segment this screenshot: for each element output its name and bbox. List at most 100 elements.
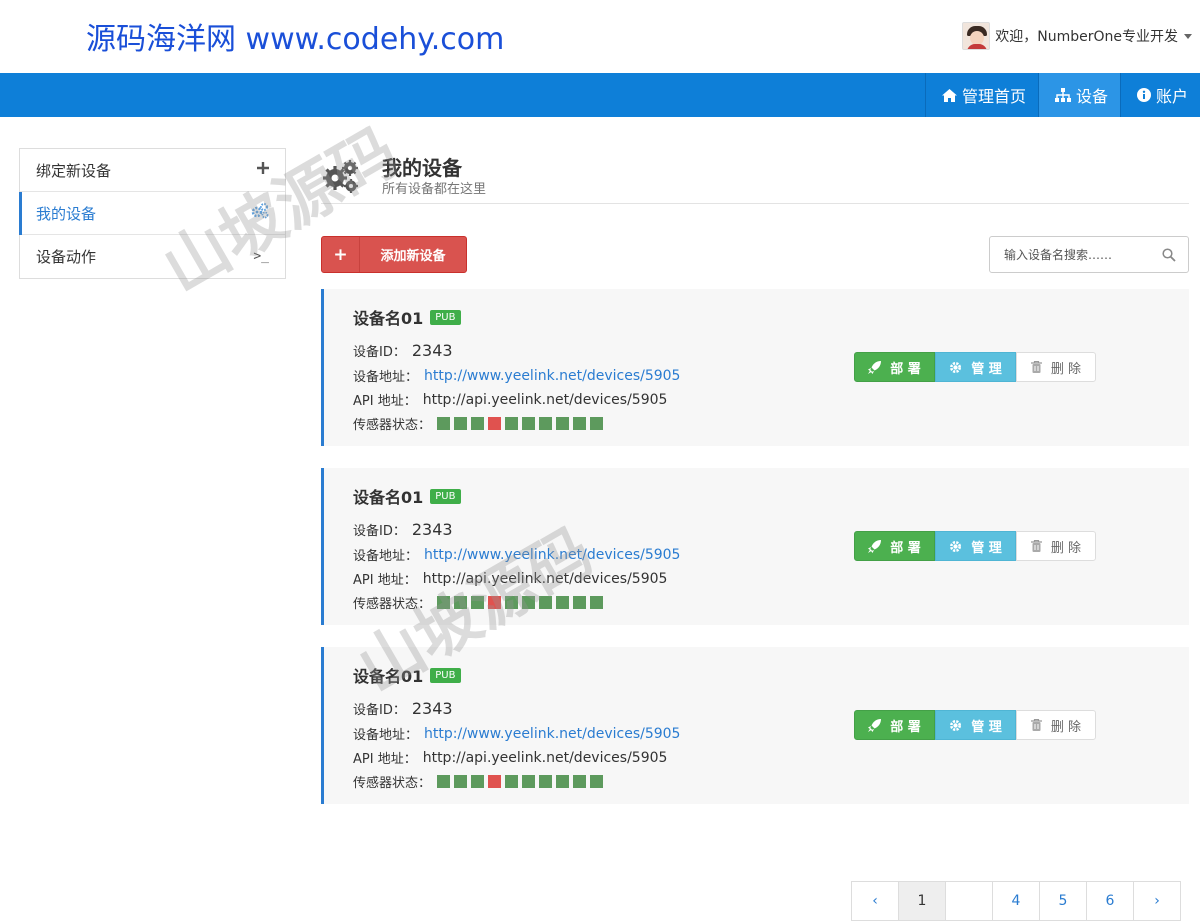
deploy-label: 部 署: [890, 719, 921, 735]
sidebar-item-label: 绑定新设备: [36, 161, 112, 180]
deploy-button[interactable]: 部 署: [854, 531, 935, 561]
device-name[interactable]: 设备名01: [353, 305, 423, 329]
sensor-status-ok: [590, 596, 604, 609]
cogs-icon: [251, 203, 269, 223]
page-button-6[interactable]: 6: [1086, 881, 1134, 921]
device-card: 设备名01 PUB 设备ID： 2343 设备地址： http://www.yeelink…: [321, 468, 1189, 625]
sensor-status-list: [437, 417, 607, 430]
public-badge: PUB: [430, 667, 461, 683]
sensor-status-ok: [437, 417, 451, 430]
sitemap-icon: [1054, 88, 1071, 102]
device-api-value: http://api.yeelink.net/devices/5905: [422, 391, 668, 408]
sensor-status-error: [488, 417, 502, 430]
search-box: [989, 236, 1189, 273]
page-button-4[interactable]: 4: [992, 881, 1040, 921]
sensor-status-ok: [437, 775, 451, 788]
sensor-status-ok: [454, 417, 468, 430]
sidebar-item-device-actions[interactable]: 设备动作 >_: [20, 235, 285, 278]
device-api-row: API 地址： http://api.yeelink.net/devices/59…: [353, 748, 667, 768]
device-actions: 部 署管 理删 除: [854, 352, 1096, 382]
device-name[interactable]: 设备名01: [353, 663, 423, 687]
delete-button[interactable]: 删 除: [1016, 531, 1096, 561]
sensor-status-error: [488, 775, 502, 788]
sensor-status-ok: [505, 775, 519, 788]
sensor-status-ok: [471, 417, 485, 430]
manage-button[interactable]: 管 理: [935, 531, 1016, 561]
deploy-label: 部 署: [890, 361, 921, 377]
manage-label: 管 理: [971, 361, 1002, 377]
device-card: 设备名01 PUB 设备ID： 2343 设备地址： http://www.yeelink…: [321, 647, 1189, 804]
avatar[interactable]: [962, 22, 991, 50]
sensor-status-label: 传感器状态：: [353, 418, 432, 433]
manage-button[interactable]: 管 理: [935, 352, 1016, 382]
device-addr-link[interactable]: http://www.yeelink.net/devices/5905: [424, 368, 680, 384]
sensor-status-ok: [505, 417, 519, 430]
page-button-1[interactable]: 1: [898, 881, 946, 921]
plus-icon: +: [322, 237, 360, 272]
sensor-status-ok: [471, 596, 485, 609]
deploy-button[interactable]: 部 署: [854, 352, 935, 382]
welcome-text[interactable]: 欢迎，NumberOne专业开发: [995, 26, 1178, 46]
gear-icon: [949, 719, 962, 732]
device-api-row: API 地址： http://api.yeelink.net/devices/59…: [353, 390, 668, 410]
sensor-status-ok: [454, 775, 468, 788]
nav-account-label: 账户: [1155, 87, 1188, 106]
device-api-row: API 地址： http://api.yeelink.net/devices/59…: [353, 569, 668, 589]
sensor-status-ok: [522, 596, 536, 609]
page-button-5[interactable]: 5: [1039, 881, 1087, 921]
page-prev-button[interactable]: ‹: [851, 881, 899, 921]
device-name-row: 设备名01 PUB: [353, 305, 461, 329]
search-icon[interactable]: [1162, 247, 1176, 262]
sensor-status-ok: [573, 596, 587, 609]
page-next-button[interactable]: ›: [1133, 881, 1181, 921]
delete-label: 删 除: [1050, 361, 1082, 377]
device-addr-row: 设备地址： http://www.yeelink.net/devices/5905: [353, 724, 680, 744]
page-button[interactable]: [945, 881, 993, 921]
search-input[interactable]: [990, 237, 1150, 272]
delete-button[interactable]: 删 除: [1016, 352, 1096, 382]
sidebar-item-my-devices[interactable]: 我的设备: [19, 192, 285, 235]
user-menu[interactable]: 欢迎，NumberOne专业开发: [962, 22, 1192, 50]
sensor-status-ok: [539, 417, 553, 430]
delete-button[interactable]: 删 除: [1016, 710, 1096, 740]
device-addr-link[interactable]: http://www.yeelink.net/devices/5905: [424, 726, 680, 742]
sensor-status-label: 传感器状态：: [353, 597, 432, 612]
main-navbar: 管理首页 设备 账户: [0, 73, 1200, 117]
manage-label: 管 理: [971, 540, 1002, 556]
device-api-label: API 地址：: [353, 394, 417, 409]
device-id-value: 2343: [411, 520, 453, 539]
nav-home[interactable]: 管理首页: [924, 73, 1038, 117]
device-id-label: 设备ID：: [353, 345, 406, 360]
gear-icon: [949, 361, 962, 374]
chevron-down-icon[interactable]: [1184, 33, 1192, 39]
nav-home-label: 管理首页: [961, 87, 1026, 106]
device-addr-label: 设备地址：: [353, 549, 419, 564]
device-id-label: 设备ID：: [353, 703, 406, 718]
nav-account[interactable]: 账户: [1119, 73, 1200, 117]
deploy-button[interactable]: 部 署: [854, 710, 935, 740]
sidebar-item-bind-device[interactable]: 绑定新设备: [20, 149, 285, 192]
sensor-status-ok: [590, 775, 604, 788]
site-brand[interactable]: 源码海洋网 www.codehy.com: [86, 14, 504, 58]
plus-icon: [257, 162, 269, 178]
home-icon: [941, 88, 957, 102]
public-badge: PUB: [430, 309, 461, 325]
trash-icon: [1030, 540, 1042, 552]
rocket-icon: [868, 360, 882, 374]
device-name[interactable]: 设备名01: [353, 484, 423, 508]
page-subtitle: 所有设备都在这里: [382, 182, 487, 197]
device-addr-link[interactable]: http://www.yeelink.net/devices/5905: [424, 547, 680, 563]
sensor-status-list: [437, 775, 607, 788]
gear-icon: [949, 540, 962, 553]
cogs-icon: [321, 156, 361, 196]
delete-label: 删 除: [1050, 719, 1082, 735]
device-api-value: http://api.yeelink.net/devices/5905: [422, 570, 668, 587]
device-actions: 部 署管 理 删 除: [854, 710, 1096, 740]
device-api-label: API 地址：: [353, 752, 417, 767]
add-device-button[interactable]: + 添加新设备: [321, 236, 467, 273]
nav-devices[interactable]: 设备: [1037, 73, 1120, 117]
delete-label: 删 除: [1050, 540, 1082, 556]
manage-button[interactable]: 管 理: [935, 710, 1016, 740]
sensor-status-label: 传感器状态：: [353, 776, 432, 791]
device-id-row: 设备ID： 2343: [353, 341, 453, 360]
